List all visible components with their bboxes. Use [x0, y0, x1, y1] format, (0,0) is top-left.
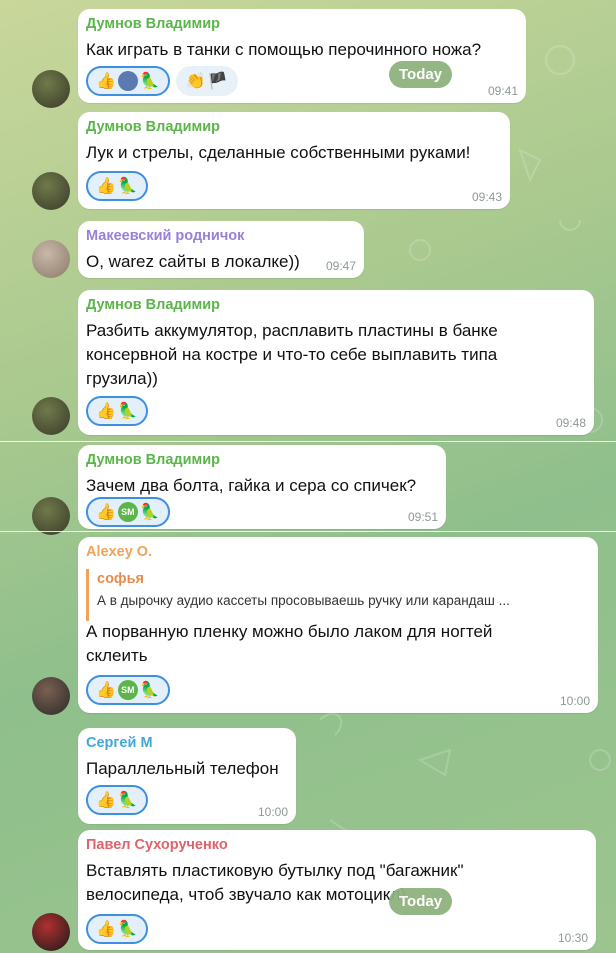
message-bubble[interactable]: Думнов Владимир Зачем два болта, гайка и … — [78, 445, 446, 529]
sender-avatar[interactable] — [32, 497, 70, 535]
sender-name[interactable]: Павел Сухорученко — [86, 837, 228, 853]
reactions-bar: 👍 🦜 👏 🏴 — [86, 66, 238, 96]
message-text: Разбить аккумулятор, расплавить пластины… — [86, 321, 498, 340]
reply-quote[interactable]: софья А в дырочку аудио кассеты просовыва… — [86, 569, 590, 621]
sender-name[interactable]: Думнов Владимир — [86, 119, 220, 135]
message-text: консервной на костре и что-то себе выпла… — [86, 345, 498, 364]
message-text: Как играть в танки с помощью перочинного… — [86, 40, 482, 59]
sender-name[interactable]: Сергей М — [86, 735, 153, 751]
reactions-bar: 👍 🦜 — [86, 785, 148, 815]
parrot-icon: 🦜 — [139, 71, 160, 90]
parrot-icon: 🦜 — [139, 502, 160, 521]
sm-icon: SM — [117, 502, 138, 522]
thumbs-up-icon: 👍 — [96, 176, 116, 195]
reaction-button[interactable]: 👍 🦜 — [86, 171, 148, 201]
parrot-icon: 🦜 — [139, 680, 160, 699]
reaction-button[interactable]: 👍 🦜 — [86, 396, 148, 426]
sender-avatar[interactable] — [32, 677, 70, 715]
reaction-button[interactable]: 👍 🦜 — [86, 785, 148, 815]
message-time: 09:41 — [487, 84, 518, 98]
message-bubble[interactable]: Думнов Владимир Как играть в танки с помо… — [78, 9, 526, 103]
sender-avatar[interactable] — [32, 172, 70, 210]
message-time: 10:00 — [559, 694, 590, 708]
message-time: 10:30 — [557, 931, 588, 945]
message-bubble[interactable]: Alexey O. софья А в дырочку аудио кассеты … — [78, 537, 598, 713]
reactions-bar: 👍 🦜 — [86, 914, 148, 944]
message-text: Зачем два болта, гайка и сера со спичек? — [86, 476, 417, 495]
clapping-icon: 👏 — [185, 71, 206, 90]
reaction-button[interactable]: 👍 SM 🦜 — [86, 675, 170, 705]
sender-avatar[interactable] — [32, 397, 70, 435]
message-text: Вставлять пластиковую бутылку под "багаж… — [86, 861, 464, 880]
thumbs-up-icon: 👍 — [96, 502, 116, 521]
reply-author: софья — [97, 571, 144, 587]
pirate-icon: 🏴 — [207, 71, 228, 90]
sender-name[interactable]: Думнов Владимир — [86, 16, 220, 32]
reactions-bar: 👍 SM 🦜 — [86, 675, 170, 705]
reactions-bar: 👍 🦜 — [86, 396, 148, 426]
sender-avatar[interactable] — [32, 240, 70, 278]
reaction-button[interactable]: 👍 SM 🦜 — [86, 497, 170, 527]
message-bubble[interactable]: Думнов Владимир Лук и стрелы, сделанные с… — [78, 112, 510, 209]
message-bubble[interactable]: Думнов Владимир Разбить аккумулятор, расп… — [78, 290, 594, 435]
parrot-icon: 🦜 — [117, 401, 138, 420]
message-text: Лук и стрелы, сделанные собственными рук… — [86, 143, 471, 162]
message-text: склеить — [86, 646, 148, 665]
message-time: 09:51 — [407, 510, 438, 524]
reaction-button[interactable]: 👍 🦜 — [86, 66, 170, 96]
divider — [0, 531, 616, 532]
avatar-mini-icon — [117, 71, 138, 91]
message-text: велосипеда, чтоб звучало как мотоцикл) — [86, 885, 407, 904]
sender-name[interactable]: Думнов Владимир — [86, 452, 220, 468]
thumbs-up-icon: 👍 — [96, 401, 116, 420]
date-badge-today: Today — [389, 61, 453, 88]
message-text: Параллельный телефон — [86, 759, 279, 778]
date-badge-today: Today — [389, 888, 453, 915]
parrot-icon: 🦜 — [117, 919, 138, 938]
sender-name[interactable]: Макеевский родничок — [86, 228, 244, 244]
reaction-button[interactable]: 👏 🏴 — [175, 66, 238, 96]
thumbs-up-icon: 👍 — [96, 71, 116, 90]
sender-avatar[interactable] — [32, 913, 70, 951]
message-time: 09:47 — [325, 259, 356, 273]
parrot-icon: 🦜 — [117, 790, 138, 809]
reply-text: А в дырочку аудио кассеты просовываешь р… — [97, 593, 510, 608]
reactions-bar: 👍 🦜 — [86, 171, 148, 201]
divider — [0, 441, 616, 442]
message-time: 09:48 — [555, 416, 586, 430]
message-time: 09:43 — [471, 190, 502, 204]
reaction-button[interactable]: 👍 🦜 — [86, 914, 148, 944]
thumbs-up-icon: 👍 — [96, 680, 116, 699]
message-text: О, warez сайты в локалке)) — [86, 252, 300, 271]
sender-name[interactable]: Думнов Владимир — [86, 297, 220, 313]
message-bubble[interactable]: Павел Сухорученко Вставлять пластиковую б… — [78, 830, 596, 950]
message-bubble[interactable]: Сергей М Параллельный телефон 👍 🦜 10:00 — [78, 728, 296, 824]
message-bubble[interactable]: Макеевский родничок О, warez сайты в лока… — [78, 221, 364, 278]
sm-icon: SM — [117, 680, 138, 700]
parrot-icon: 🦜 — [117, 176, 138, 195]
message-text: грузила)) — [86, 369, 158, 388]
sender-name[interactable]: Alexey O. — [86, 544, 152, 560]
message-text: А порванную пленку можно было лаком для … — [86, 622, 493, 641]
thumbs-up-icon: 👍 — [96, 790, 116, 809]
sender-avatar[interactable] — [32, 70, 70, 108]
message-time: 10:00 — [257, 805, 288, 819]
thumbs-up-icon: 👍 — [96, 919, 116, 938]
reactions-bar: 👍 SM 🦜 — [86, 497, 170, 527]
